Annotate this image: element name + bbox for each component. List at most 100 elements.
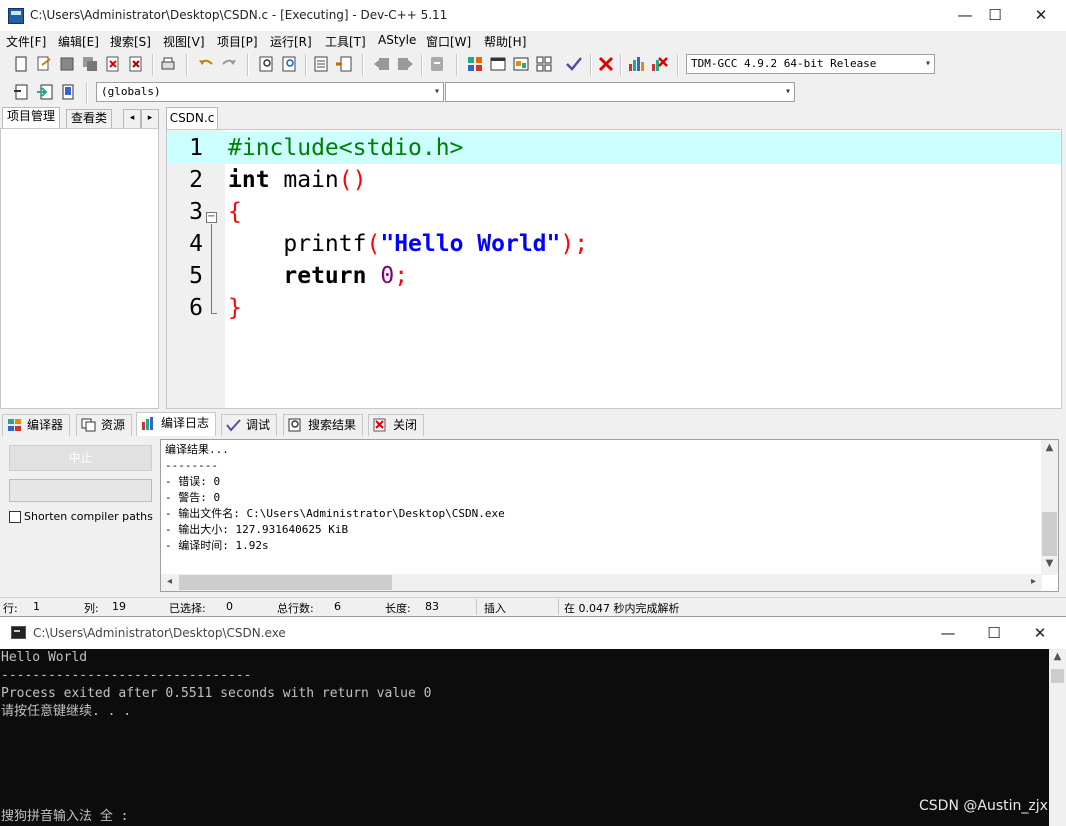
scroll-right-arrow[interactable]: ▸ [1025, 576, 1042, 587]
code-line[interactable]: 1 #include<stdio.h> [167, 132, 1061, 164]
console-minimize-button[interactable]: — [934, 622, 962, 644]
toggle-comment-icon[interactable] [428, 55, 446, 73]
scroll-up-arrow[interactable]: ▲ [1041, 442, 1058, 453]
find-icon[interactable] [258, 55, 276, 73]
stop-execution-icon[interactable] [597, 55, 615, 73]
code-token: main [269, 167, 339, 193]
close-file-icon[interactable] [104, 55, 122, 73]
status-col-label: 列: [84, 602, 99, 615]
console-scrollbar[interactable]: ▲ [1049, 649, 1066, 826]
console-line: Process exited after 0.5511 seconds with… [1, 686, 432, 701]
delete-profile-icon[interactable] [650, 55, 668, 73]
menu-edit[interactable]: 编辑[E] [58, 33, 99, 50]
menu-tools[interactable]: 工具[T] [325, 33, 366, 50]
redo-icon[interactable] [220, 55, 238, 73]
tab-compiler[interactable]: 编译器 [2, 414, 71, 436]
fold-collapse-icon[interactable]: − [206, 212, 217, 223]
unindent-icon[interactable] [396, 55, 414, 73]
compiler-select[interactable]: TDM-GCC 4.9.2 64-bit Release ▾ [686, 54, 935, 74]
tab-debug[interactable]: 调试 [221, 414, 278, 436]
close-button[interactable]: ✕ [1027, 4, 1055, 26]
log-horizontal-scrollbar[interactable]: ◂ ▸ [161, 574, 1042, 591]
close-all-icon[interactable] [127, 55, 145, 73]
code-line[interactable]: 2 int main() [167, 164, 1061, 196]
scroll-up-arrow[interactable]: ▲ [1049, 651, 1066, 662]
code-line[interactable]: 3{ [167, 196, 1061, 228]
scroll-thumb[interactable] [179, 575, 392, 590]
tab-class-browser[interactable]: 查看类 [66, 109, 113, 128]
menu-astyle[interactable]: AStyle [378, 33, 416, 47]
run-icon[interactable] [535, 55, 553, 73]
toggle-breakpoint-icon[interactable] [36, 83, 54, 101]
menu-search[interactable]: 搜索[S] [110, 33, 151, 50]
log-line: - 输出文件名: C:\Users\Administrator\Desktop\… [165, 507, 505, 520]
menu-project[interactable]: 项目[P] [217, 33, 258, 50]
tab-compile-log[interactable]: 编译日志 [136, 412, 217, 436]
tab-scroll-right[interactable]: ▸ [141, 109, 159, 128]
tab-search-results[interactable]: 搜索结果 [283, 414, 364, 436]
devcpp-app-icon [8, 8, 24, 24]
code-editor[interactable]: 1 #include<stdio.h> 2 int main() 3{4 printf(… [166, 129, 1062, 409]
console-output[interactable]: Hello World ----------------------------… [0, 649, 1066, 826]
undo-icon[interactable] [197, 55, 215, 73]
tab-project-manager[interactable]: 项目管理 [2, 107, 61, 128]
tab-resources[interactable]: 资源 [76, 414, 133, 436]
scroll-down-arrow[interactable]: ▼ [1041, 558, 1058, 569]
toolbar-separator [362, 54, 364, 76]
new-file-icon[interactable] [12, 55, 30, 73]
shorten-paths-checkbox[interactable] [9, 511, 21, 523]
profile-icon[interactable] [627, 55, 645, 73]
new-project-icon[interactable] [466, 55, 484, 73]
replace-icon[interactable] [281, 55, 299, 73]
goto-bookmark-icon[interactable] [59, 83, 77, 101]
menu-run[interactable]: 运行[R] [270, 33, 312, 50]
code-line[interactable]: 6} [167, 292, 1061, 324]
syntax-check-icon[interactable] [565, 55, 583, 73]
symbol-select[interactable]: ▾ [445, 82, 795, 102]
code-text: printf("Hello World"); [228, 228, 588, 260]
shorten-paths-label: Shorten compiler paths [24, 510, 153, 523]
tab-scroll-left[interactable]: ◂ [123, 109, 141, 128]
open-file-icon[interactable] [35, 55, 53, 73]
log-line: -------- [165, 459, 218, 472]
code-token: ); [560, 231, 589, 257]
stop-button[interactable]: 中止 [9, 445, 152, 471]
menu-view[interactable]: 视图[V] [163, 33, 205, 50]
tab-close[interactable]: 关闭 [368, 414, 425, 436]
resources-icon [81, 418, 96, 432]
close-panel-icon [373, 418, 386, 432]
scroll-thumb[interactable] [1042, 512, 1057, 556]
log-line: - 错误: 0 [165, 475, 221, 488]
editor-tab-csdn[interactable]: CSDN.c [166, 107, 218, 129]
menu-help[interactable]: 帮助[H] [484, 33, 526, 50]
scope-select[interactable]: (globals) ▾ [96, 82, 444, 102]
save-all-icon[interactable] [81, 55, 99, 73]
compile-progress-bar [9, 479, 152, 502]
indent-icon[interactable] [373, 55, 391, 73]
insert-code-icon[interactable] [12, 83, 30, 101]
toolbar-separator [620, 54, 622, 76]
menu-file[interactable]: 文件[F] [6, 33, 46, 50]
code-line[interactable]: 5 return 0; [167, 260, 1061, 292]
line-number: 6 [189, 295, 203, 321]
console-close-button[interactable]: ✕ [1026, 622, 1054, 644]
console-maximize-button[interactable]: ☐ [980, 622, 1008, 644]
scroll-thumb[interactable] [1051, 669, 1064, 683]
status-len-label: 长度: [385, 602, 411, 615]
menu-window[interactable]: 窗口[W] [426, 33, 471, 50]
console-app-icon [11, 626, 26, 639]
maximize-button[interactable]: ☐ [981, 4, 1009, 26]
code-line[interactable]: 4 printf("Hello World"); [167, 228, 1061, 260]
save-icon[interactable] [58, 55, 76, 73]
project-tree[interactable] [0, 128, 159, 409]
compile-log[interactable]: 编译结果... -------- - 错误: 0 - 警告: 0 - 输出文件名: C:… [160, 439, 1059, 592]
log-vertical-scrollbar[interactable]: ▲ ▼ [1041, 440, 1058, 575]
scroll-left-arrow[interactable]: ◂ [161, 576, 178, 587]
print-icon[interactable] [159, 55, 177, 73]
bookmark-icon[interactable] [335, 55, 353, 73]
goto-line-icon[interactable] [312, 55, 330, 73]
code-token: "Hello World" [380, 231, 561, 257]
minimize-button[interactable]: — [951, 4, 979, 26]
compile-icon[interactable] [512, 55, 530, 73]
project-options-icon[interactable] [489, 55, 507, 73]
